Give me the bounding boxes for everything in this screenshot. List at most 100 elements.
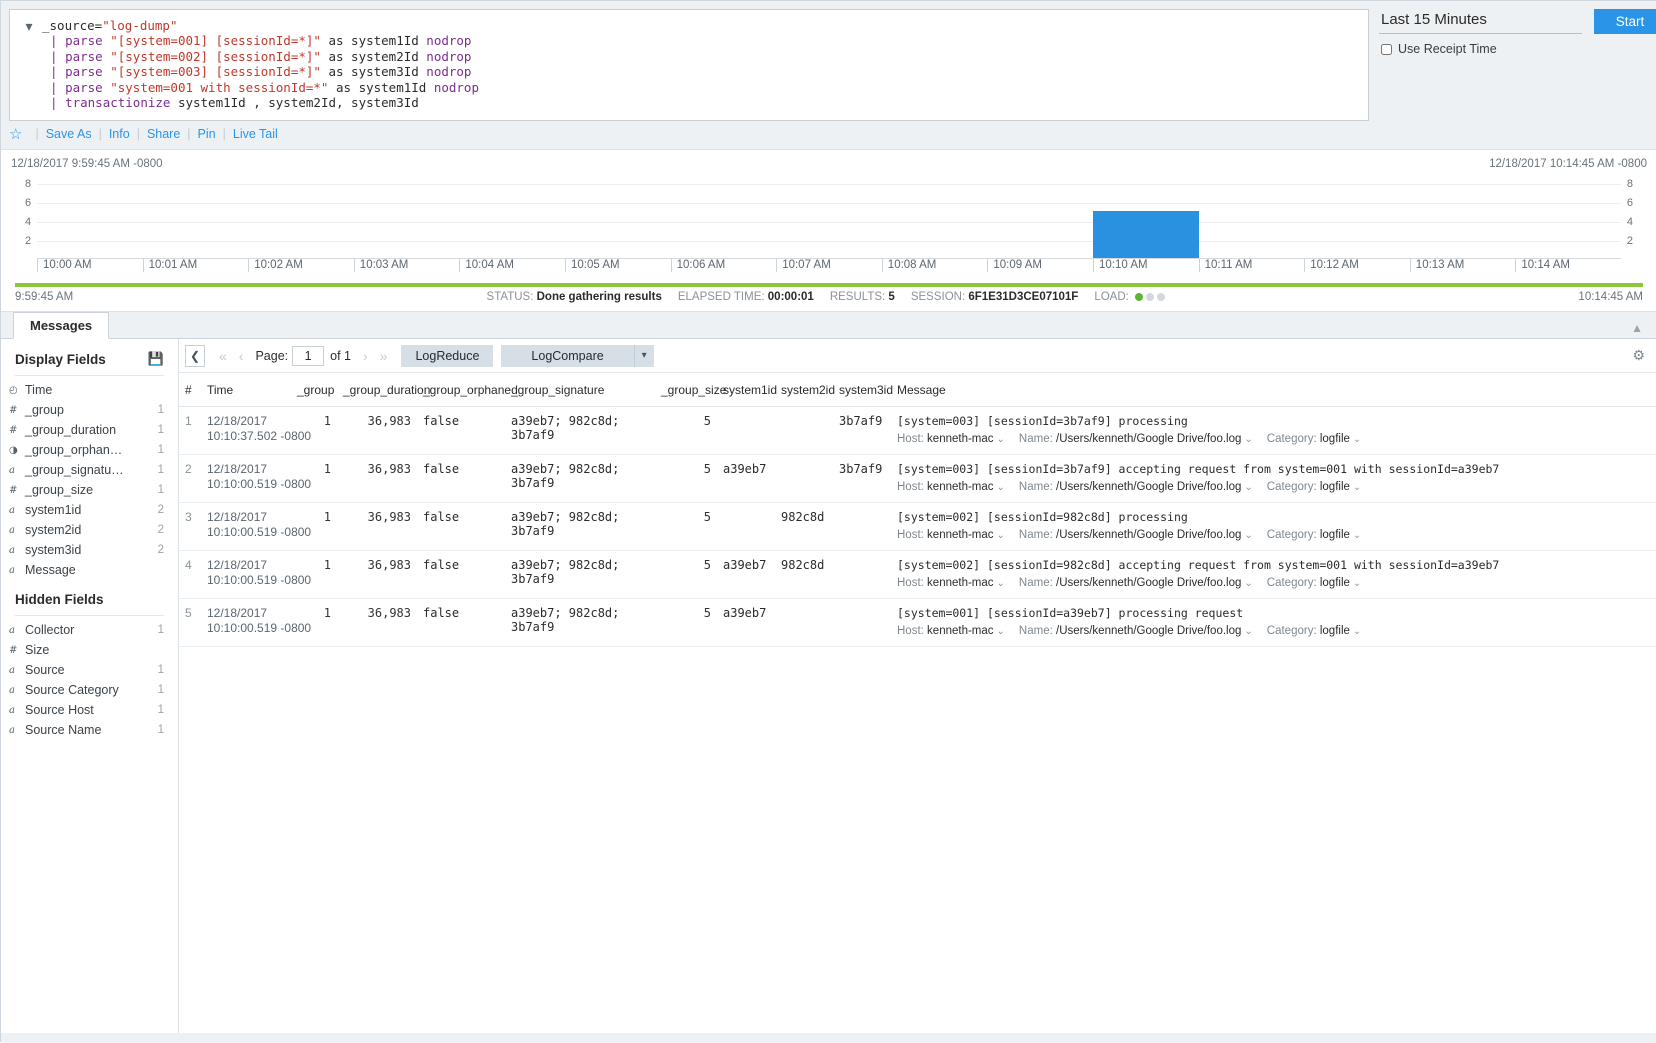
page-input[interactable] [292,346,324,366]
chevron-down-icon[interactable]: ⌄ [1244,626,1252,637]
cell-group-orphaned: false [417,599,505,647]
sidebar-collapse-button[interactable]: ❮ [185,345,205,367]
field-list-item[interactable]: aSource Host1 [1,700,178,720]
chevron-down-icon[interactable]: ⌄ [1244,530,1252,541]
x-axis-tick: 10:14 AM [1515,259,1570,272]
query-text[interactable]: _source="log-dump"| parse "[system=001] … [42,18,479,110]
chevron-down-icon[interactable]: ⌄ [1353,578,1361,589]
field-list-item[interactable]: aSource Name1 [1,720,178,740]
chevron-down-icon[interactable]: ⌄ [997,578,1005,589]
column-header[interactable]: _group_size [655,373,717,407]
host-field-value[interactable]: kenneth-mac [927,481,993,493]
field-list-item[interactable]: a_group_signatu…1 [1,460,178,480]
pin-link[interactable]: Pin [198,127,216,141]
chevron-down-icon[interactable]: ⌄ [1353,626,1361,637]
chevron-down-icon[interactable]: ⌄ [1244,434,1252,445]
table-row[interactable]: 312/18/201710:10:00.519 -0800136,983fals… [179,503,1656,551]
column-header[interactable]: # [179,373,201,407]
field-list-item[interactable]: ◴Time [1,380,178,400]
category-field-value[interactable]: logfile [1320,433,1350,445]
save-disk-icon[interactable]: 💾 [148,351,164,367]
use-receipt-time-checkbox[interactable] [1381,44,1392,55]
category-field-value[interactable]: logfile [1320,577,1350,589]
prev-page-button[interactable]: ‹ [239,348,244,364]
field-list-item[interactable]: ◑_group_orphan…1 [1,440,178,460]
first-page-button[interactable]: « [219,348,227,364]
field-list-item[interactable]: #_group1 [1,400,178,420]
chevron-down-icon[interactable]: ⌄ [997,434,1005,445]
column-header[interactable]: system1id [717,373,775,407]
logcompare-dropdown-caret-icon[interactable]: ▾ [634,345,654,367]
field-list-item[interactable]: asystem3id2 [1,540,178,560]
chevron-down-icon[interactable]: ⌄ [997,626,1005,637]
category-field-value[interactable]: logfile [1320,529,1350,541]
chevron-down-icon[interactable]: ⌄ [1244,578,1252,589]
time-range-input[interactable] [1379,9,1582,34]
histogram-bar[interactable] [1093,211,1199,258]
name-field-value[interactable]: /Users/kenneth/Google Drive/foo.log [1056,625,1241,637]
column-header[interactable]: _group [291,373,337,407]
host-field-value[interactable]: kenneth-mac [927,433,993,445]
table-row[interactable]: 512/18/201710:10:00.519 -0800136,983fals… [179,599,1656,647]
column-header[interactable]: _group_signature [505,373,655,407]
logreduce-button[interactable]: LogReduce [401,345,493,367]
last-page-button[interactable]: » [380,348,388,364]
category-field-value[interactable]: logfile [1320,625,1350,637]
field-list-item[interactable]: aCollector1 [1,620,178,640]
star-icon[interactable]: ☆ [9,125,22,143]
chevron-down-icon[interactable]: ⌄ [1244,482,1252,493]
field-list-item[interactable]: aSource1 [1,660,178,680]
collapse-caret-icon[interactable]: ▲ [1631,321,1643,335]
chevron-down-icon[interactable]: ▾ [25,18,32,34]
use-receipt-time-row[interactable]: Use Receipt Time [1379,42,1656,56]
tab-messages[interactable]: Messages [13,312,109,339]
save-as-link[interactable]: Save As [46,127,92,141]
query-token: | [50,49,65,64]
column-header[interactable]: _group_orphaned [417,373,505,407]
next-page-button[interactable]: › [363,348,368,364]
cell-group-size: 5 [655,503,717,551]
host-field-value[interactable]: kenneth-mac [927,529,993,541]
gear-icon[interactable]: ⚙ [1632,347,1649,364]
column-header[interactable]: system3id [833,373,891,407]
table-row[interactable]: 112/18/201710:10:37.502 -0800136,983fals… [179,407,1656,455]
status-bar: 9:59:45 AM STATUS: Done gathering result… [1,287,1656,311]
table-row[interactable]: 412/18/201710:10:00.519 -0800136,983fals… [179,551,1656,599]
share-link[interactable]: Share [147,127,180,141]
host-field-value[interactable]: kenneth-mac [927,625,993,637]
query-collapse-toggle[interactable]: ▾ [16,18,42,110]
field-list-item[interactable]: #Size [1,640,178,660]
column-header[interactable]: _group_duration [337,373,417,407]
message-metadata: Host: kenneth-mac⌄Name: /Users/kenneth/G… [897,577,1651,589]
field-list-item[interactable]: aSource Category1 [1,680,178,700]
info-link[interactable]: Info [109,127,130,141]
column-header[interactable]: Message [891,373,1656,407]
chevron-down-icon[interactable]: ⌄ [997,482,1005,493]
chevron-down-icon[interactable]: ⌄ [997,530,1005,541]
table-row[interactable]: 212/18/201710:10:00.519 -0800136,983fals… [179,455,1656,503]
field-list-item[interactable]: asystem2id2 [1,520,178,540]
column-header[interactable]: system2id [775,373,833,407]
field-list-item[interactable]: #_group_size1 [1,480,178,500]
field-list-item[interactable]: asystem1id2 [1,500,178,520]
category-field-value[interactable]: logfile [1320,481,1350,493]
results-table: #Time_group_group_duration_group_orphane… [179,373,1656,647]
host-field-value[interactable]: kenneth-mac [927,577,993,589]
name-field-value[interactable]: /Users/kenneth/Google Drive/foo.log [1056,481,1241,493]
field-list-item[interactable]: aMessage [1,560,178,580]
name-field-value[interactable]: /Users/kenneth/Google Drive/foo.log [1056,577,1241,589]
column-header[interactable]: Time [201,373,291,407]
live-tail-link[interactable]: Live Tail [233,127,278,141]
query-editor[interactable]: ▾ _source="log-dump"| parse "[system=001… [9,9,1369,121]
logcompare-button[interactable]: LogCompare [501,345,633,367]
name-field-value[interactable]: /Users/kenneth/Google Drive/foo.log [1056,529,1241,541]
chevron-down-icon[interactable]: ⌄ [1353,482,1361,493]
start-button[interactable]: Start [1594,9,1656,34]
field-list-item[interactable]: #_group_duration1 [1,420,178,440]
chevron-down-icon[interactable]: ⌄ [1353,530,1361,541]
histogram-plot[interactable]: 88664422 [15,174,1643,259]
chevron-down-icon[interactable]: ⌄ [1353,434,1361,445]
name-field-value[interactable]: /Users/kenneth/Google Drive/foo.log [1056,433,1241,445]
chart-range-labels: 12/18/2017 9:59:45 AM -0800 12/18/2017 1… [1,150,1656,174]
query-token: nodrop [434,80,479,95]
